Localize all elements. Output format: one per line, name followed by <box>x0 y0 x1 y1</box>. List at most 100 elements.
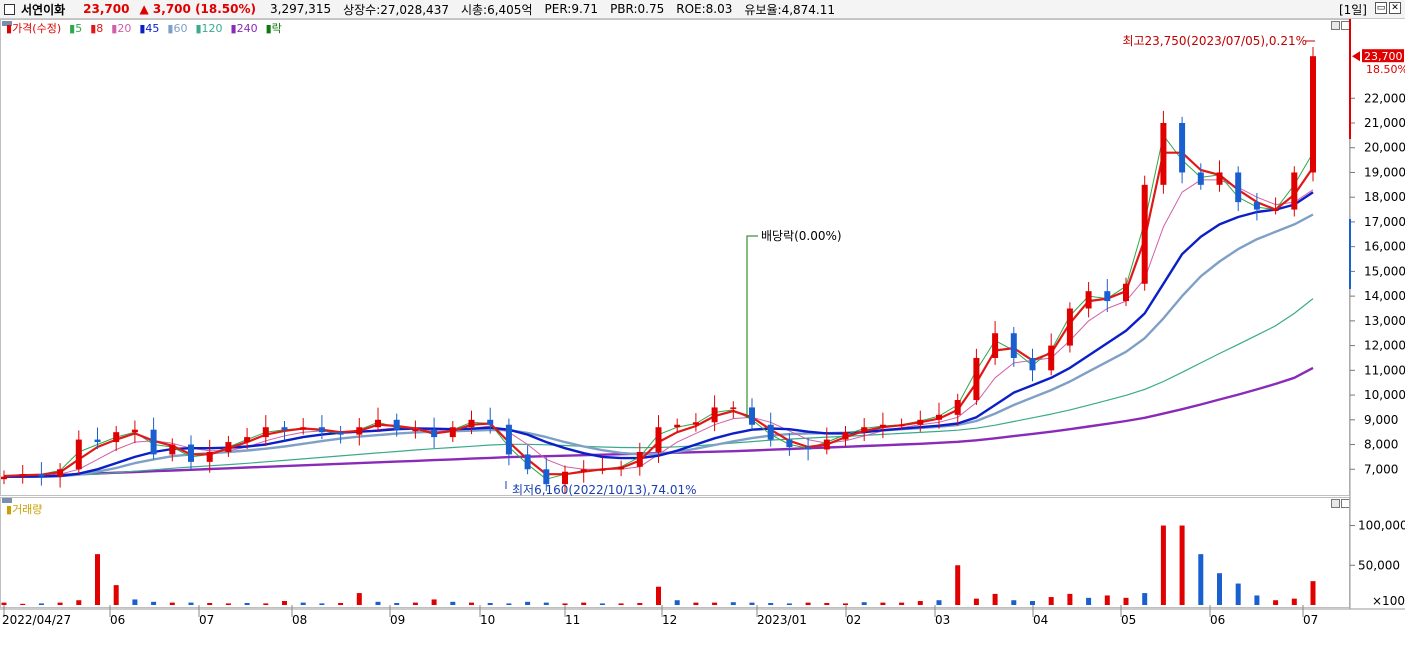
x-tick-label: 10 <box>480 613 495 627</box>
candle-body <box>599 469 606 471</box>
volume-bar <box>1160 525 1166 605</box>
volume-bar <box>1048 597 1054 605</box>
upper-range-indicator[interactable] <box>1349 19 1351 139</box>
stock-chart[interactable]: 7,000 8,000 9,000 10,000 11,000 12,000 13,000 1… <box>0 19 1405 648</box>
candle-body <box>823 439 830 450</box>
price-tick-label: 14,000 <box>1364 289 1405 303</box>
volume-bar <box>861 602 867 605</box>
volume-bar <box>637 603 643 605</box>
volume-bar <box>38 603 44 605</box>
x-tick-label: 07 <box>199 613 214 627</box>
volume-bar <box>674 600 680 605</box>
x-tick-label: 06 <box>110 613 125 627</box>
candle-body <box>1197 172 1204 185</box>
candle-body <box>131 429 138 433</box>
current-price-pointer-icon <box>1352 51 1360 62</box>
volume-bar <box>749 602 755 605</box>
stock-name[interactable]: 서연이화 <box>21 1 65 18</box>
volume-bar <box>880 602 886 605</box>
volume-bar <box>1291 598 1297 605</box>
candle-body <box>449 427 456 438</box>
candlesticks <box>1 47 1316 494</box>
volume-bar <box>487 603 493 605</box>
x-tick-label: 11 <box>565 613 580 627</box>
price-tick-label: 8,000 <box>1364 438 1398 452</box>
candle-body <box>393 419 400 430</box>
current-price-tag: 23,700 <box>1364 50 1403 63</box>
select-checkbox[interactable] <box>4 3 15 15</box>
x-tick-label: 05 <box>1121 613 1136 627</box>
lower-range-indicator[interactable] <box>1349 219 1351 289</box>
price-tick-label: 12,000 <box>1364 339 1405 353</box>
candle-body <box>1310 56 1316 173</box>
candle-body <box>973 357 980 401</box>
candle-body <box>244 437 251 443</box>
x-tick-label: 04 <box>1033 613 1048 627</box>
x-tick-label: 2022/04/27 <box>2 613 71 627</box>
stock-header-bar: 서연이화 23,700 ▲ 3,700 (18.50%) 3,297,315 상… <box>0 0 1405 19</box>
price-tick-label: 16,000 <box>1364 240 1405 254</box>
maximize-icon[interactable]: ▭ <box>1375 2 1387 14</box>
candle-body <box>1104 291 1111 302</box>
per-value: PER:9.71 <box>544 2 599 16</box>
candle-body <box>356 427 363 435</box>
candle-body <box>300 427 307 430</box>
up-arrow-icon: ▲ <box>139 2 149 16</box>
volume-bar <box>113 585 119 605</box>
candle-body <box>468 419 475 428</box>
volume-bar <box>169 602 175 605</box>
price-tick-label: 15,000 <box>1364 264 1405 278</box>
candle-body <box>1216 172 1223 185</box>
candle-body <box>225 442 232 452</box>
volume-bar <box>95 554 100 605</box>
candle-body <box>805 447 812 450</box>
candle-body <box>94 439 101 443</box>
price-tick-label: 7,000 <box>1364 462 1398 476</box>
volume-bar <box>151 601 157 605</box>
volume-bar <box>1217 573 1222 605</box>
volume-bar <box>338 603 344 605</box>
candle-body <box>337 432 344 435</box>
candle-body <box>992 333 999 358</box>
candle-body <box>898 424 905 427</box>
candle-body <box>75 439 82 470</box>
candle-body <box>1160 122 1167 185</box>
volume-bar <box>57 602 63 605</box>
candle-body <box>150 429 157 455</box>
volume-bar <box>599 603 605 605</box>
candle-body <box>917 419 924 425</box>
pbr-value: PBR:0.75 <box>610 2 665 16</box>
candle-body <box>1179 122 1186 173</box>
volume-bars <box>1 525 1316 605</box>
candle-body <box>786 439 793 448</box>
period-selector[interactable]: [1일] <box>1339 1 1367 18</box>
candle-body <box>318 427 325 433</box>
candle-body <box>936 414 942 420</box>
price-tick-label: 13,000 <box>1364 314 1405 328</box>
candle-body <box>636 451 643 467</box>
volume-bar <box>1067 593 1073 605</box>
x-tick-label: 08 <box>292 613 307 627</box>
candle-body <box>543 469 550 485</box>
volume-bar <box>1235 583 1241 605</box>
volume-bar <box>973 598 979 605</box>
volume-bar <box>992 593 998 605</box>
candle-body <box>262 427 269 438</box>
candle-body <box>749 407 755 425</box>
candle-body <box>1066 308 1073 346</box>
volume-bar <box>300 602 306 605</box>
change-percent: (18.50%) <box>195 2 257 16</box>
volume-unit-label: ×100 <box>1372 594 1405 608</box>
volume-bar <box>618 603 624 605</box>
volume-bar <box>1254 595 1260 605</box>
x-tick-label: 06 <box>1210 613 1225 627</box>
roe-value: ROE:8.03 <box>676 2 733 16</box>
candle-body <box>692 422 699 425</box>
price-tick-label: 9,000 <box>1364 413 1398 427</box>
close-icon[interactable]: ✕ <box>1389 2 1401 14</box>
volume-bar <box>506 603 512 605</box>
candle-body <box>1235 172 1242 203</box>
candle-body <box>505 424 512 455</box>
candle-body <box>767 424 774 440</box>
price-change: ▲ 3,700 (18.50%) <box>139 2 256 16</box>
